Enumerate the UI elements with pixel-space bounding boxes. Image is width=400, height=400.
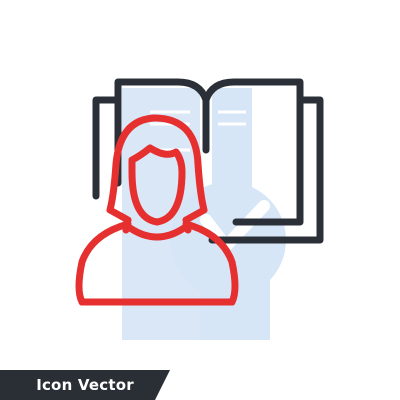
- reader-book-icon: [75, 78, 324, 340]
- banner-label: Icon Vector: [36, 376, 134, 394]
- banner: Icon Vector: [0, 370, 400, 400]
- canvas: Icon Vector: [0, 0, 400, 400]
